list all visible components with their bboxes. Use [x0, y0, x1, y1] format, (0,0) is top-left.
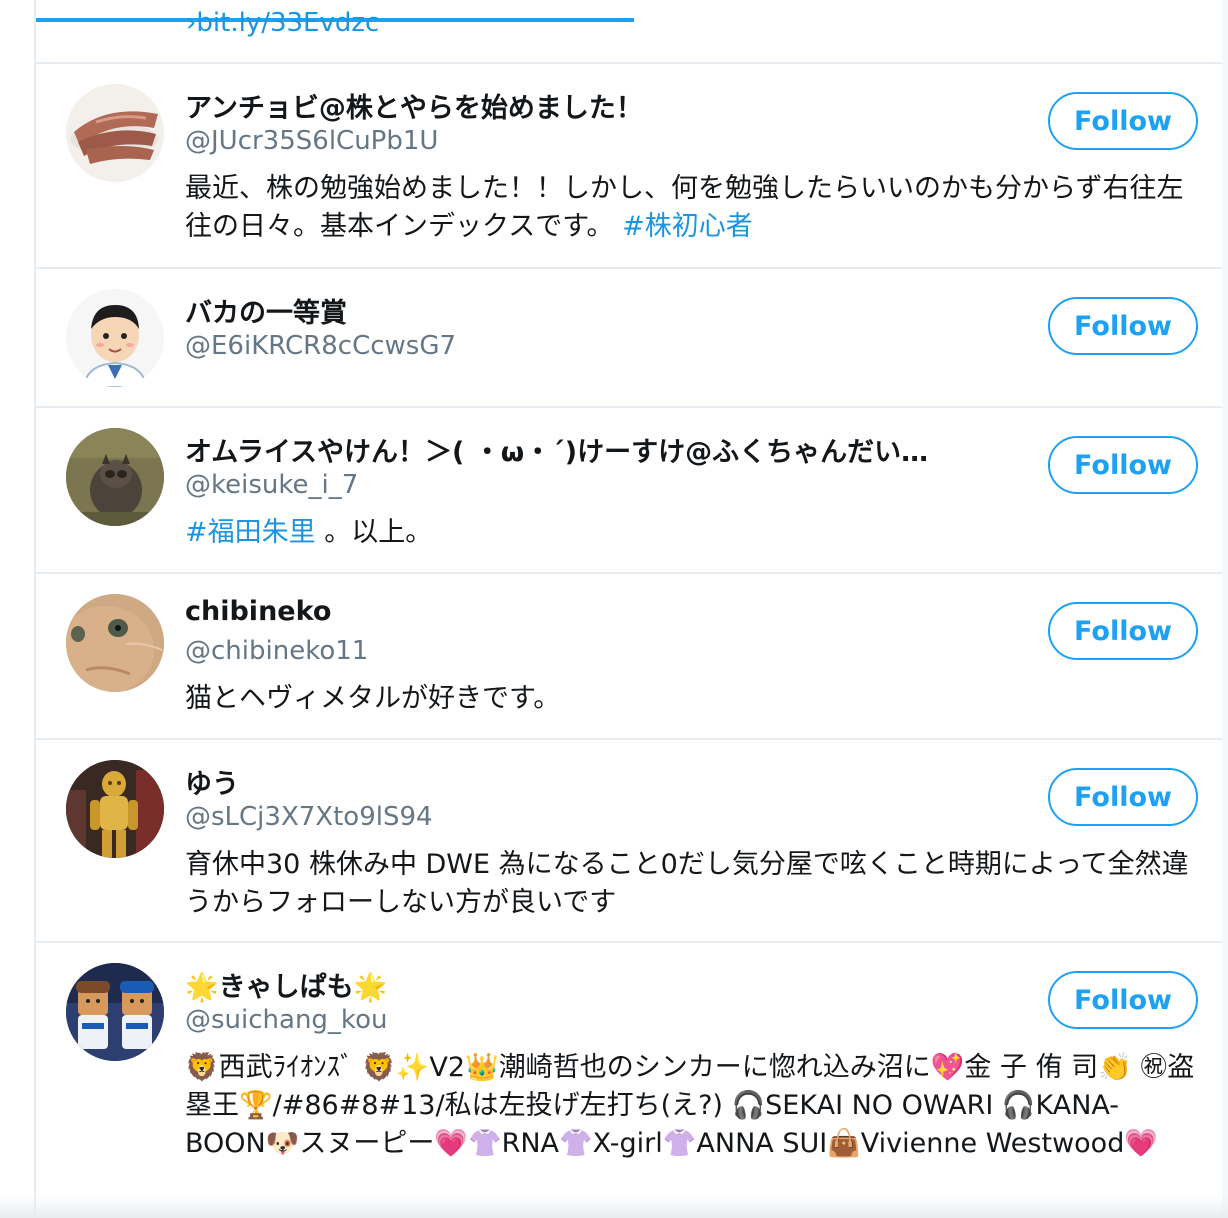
- avatar[interactable]: [66, 594, 164, 692]
- hashtag-link[interactable]: #株初心者: [622, 211, 753, 242]
- bio-link[interactable]: ›bit.ly/33Evdzc: [186, 8, 379, 38]
- user-name[interactable]: バカの一等賞: [185, 291, 347, 330]
- avatar[interactable]: [66, 84, 164, 182]
- hashtag-link[interactable]: #福田朱里: [185, 517, 316, 548]
- user-handle[interactable]: @sLCj3X7Xto9lS94: [185, 802, 433, 832]
- avatar[interactable]: [66, 760, 164, 858]
- user-name[interactable]: chibineko: [185, 596, 331, 627]
- follow-button[interactable]: Follow: [1048, 436, 1198, 494]
- follow-button[interactable]: Follow: [1048, 602, 1198, 660]
- anchovy-photo-icon: [66, 84, 164, 182]
- user-handle[interactable]: @keisuke_i_7: [185, 470, 358, 500]
- bio-text: 。以上。: [315, 517, 433, 548]
- baseball-dolls-photo-icon: [66, 963, 164, 1061]
- raccoon-dog-photo-icon: [66, 428, 164, 526]
- user-cell[interactable]: chibineko @chibineko11 猫とヘヴィメタルが好きです。 Fo…: [36, 574, 1228, 740]
- avatar[interactable]: [66, 963, 164, 1061]
- follow-button[interactable]: Follow: [1048, 297, 1198, 355]
- cat-photo-icon: [66, 594, 164, 692]
- user-bio: #福田朱里 。以上。: [185, 514, 1197, 552]
- previous-user-cell-partial: ›bit.ly/33Evdzc: [36, 0, 1228, 64]
- user-name[interactable]: 🌟きゃしぱも🌟: [185, 965, 387, 1004]
- user-handle[interactable]: @E6iKRCR8cCcwsG7: [185, 331, 456, 361]
- user-cell[interactable]: ゆう @sLCj3X7Xto9lS94 育休中30 株休み中 DWE 為になるこ…: [36, 740, 1228, 943]
- avatar[interactable]: [66, 289, 164, 387]
- follow-button[interactable]: Follow: [1048, 92, 1198, 150]
- user-handle[interactable]: @suichang_kou: [185, 1005, 387, 1035]
- user-name[interactable]: ゆう: [185, 762, 239, 801]
- user-bio: 育休中30 株休み中 DWE 為になること0だし気分屋で呟くこと時期によって全然…: [185, 849, 1189, 918]
- follow-button[interactable]: Follow: [1048, 768, 1198, 826]
- user-handle[interactable]: @JUcr35S6lCuPb1U: [185, 126, 438, 156]
- user-name[interactable]: アンチョビ@株とやらを始めました！: [185, 86, 643, 125]
- follow-button[interactable]: Follow: [1048, 971, 1198, 1029]
- user-cell[interactable]: オムライスやけん！＞( ・ω・´)けーすけ@ふくちゃんだい… @keisuke_…: [36, 408, 1228, 574]
- avatar[interactable]: [66, 428, 164, 526]
- man-illustration-icon: [66, 289, 164, 387]
- user-bio: 🦁西武ﾗｲｵﾝｽﾞ 🦁✨V2👑潮崎哲也のシンカーに惚れ込み沼に💖金 子 侑 司👏…: [185, 1052, 1195, 1159]
- user-bio: 猫とヘヴィメタルが好きです。: [185, 683, 561, 714]
- user-handle[interactable]: @chibineko11: [185, 636, 368, 666]
- user-cell[interactable]: 🌟きゃしぱも🌟 @suichang_kou 🦁西武ﾗｲｵﾝｽﾞ 🦁✨V2👑潮崎哲…: [36, 943, 1228, 1218]
- gold-robot-photo-icon: [66, 760, 164, 858]
- bottom-fade: [0, 1196, 1228, 1218]
- user-cell[interactable]: アンチョビ@株とやらを始めました！ @JUcr35S6lCuPb1U 最近、株の…: [36, 64, 1228, 269]
- user-bio: 最近、株の勉強始めました！！しかし、何を勉強したらいいのかも分からず右往左往の日…: [185, 170, 1197, 246]
- scrollbar-track[interactable]: [1222, 0, 1228, 1218]
- user-name[interactable]: オムライスやけん！＞( ・ω・´)けーすけ@ふくちゃんだい…: [185, 430, 928, 469]
- user-cell[interactable]: バカの一等賞 @E6iKRCR8cCcwsG7 Follow: [36, 269, 1228, 408]
